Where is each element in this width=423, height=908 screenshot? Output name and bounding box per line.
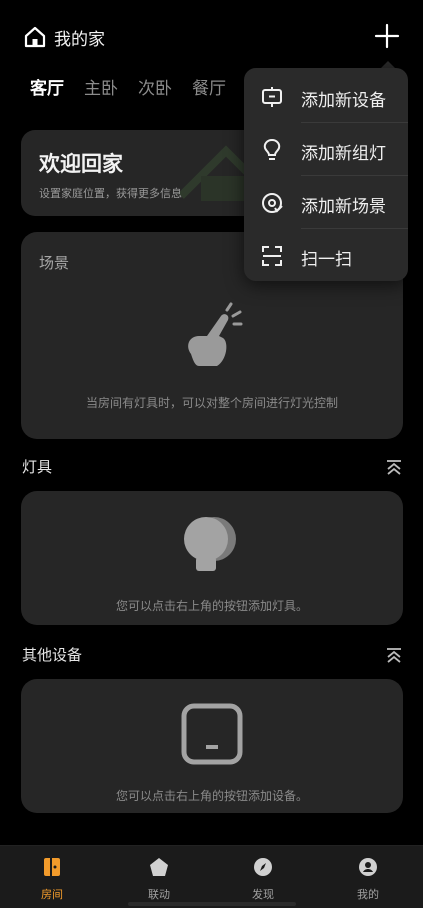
bulb-icon (263, 138, 281, 160)
scenes-hint: 当房间有灯具时，可以对整个房间进行灯光控制 (85, 396, 338, 410)
nav-automation-label: 联动 (148, 888, 170, 901)
user-icon (359, 858, 377, 876)
bulb-illustration-icon (184, 517, 236, 571)
nav-discover[interactable]: 发现 (228, 856, 298, 902)
devices-title: 其他设备 (22, 646, 83, 664)
plus-icon[interactable] (373, 22, 401, 50)
nav-rooms[interactable]: 房间 (17, 856, 87, 902)
home-indicator (128, 902, 296, 906)
tab-second-bedroom[interactable]: 次卧 (138, 74, 172, 102)
welcome-title: 欢迎回家 (39, 152, 123, 176)
lights-card: 您可以点击右上角的按钮添加灯具。 (21, 491, 403, 625)
menu-add-device-label: 添加新设备 (301, 91, 386, 111)
menu-scan-label: 扫一扫 (301, 250, 352, 270)
devices-section-header: 其他设备 (22, 644, 402, 668)
bottom-nav: 房间 联动 发现 我的 (0, 845, 423, 908)
scenes-title: 场景 (39, 254, 70, 272)
menu-add-scene[interactable]: 添加新场景 (244, 176, 408, 229)
app-screen: 我的家 客厅 主卧 次卧 餐厅 欢迎回家 设置家庭位置，获得更多信息 场景 当房… (0, 0, 423, 908)
home-name: 我的家 (54, 29, 105, 50)
add-menu: 添加新设备 添加新组灯 添加新场景 扫一扫 (244, 68, 408, 281)
menu-add-device[interactable]: 添加新设备 (244, 70, 408, 123)
home-selector[interactable]: 我的家 (24, 22, 105, 52)
tab-living-room[interactable]: 客厅 (30, 74, 64, 102)
devices-card: 您可以点击右上角的按钮添加设备。 (21, 679, 403, 813)
nav-rooms-label: 房间 (41, 888, 63, 901)
tap-hand-icon (188, 302, 243, 366)
nav-profile[interactable]: 我的 (333, 856, 403, 902)
pentagon-icon (150, 858, 168, 876)
menu-scan[interactable]: 扫一扫 (244, 229, 408, 282)
top-bar: 我的家 (0, 0, 423, 72)
nav-automation[interactable]: 联动 (124, 856, 194, 902)
menu-add-light-group[interactable]: 添加新组灯 (244, 123, 408, 176)
nav-profile-label: 我的 (357, 888, 379, 901)
door-icon (44, 858, 60, 876)
welcome-subtitle: 设置家庭位置，获得更多信息 (39, 187, 182, 200)
scene-icon (262, 193, 283, 213)
room-tabs: 客厅 主卧 次卧 餐厅 (30, 74, 270, 102)
menu-add-light-group-label: 添加新组灯 (301, 144, 386, 164)
tab-master-bedroom[interactable]: 主卧 (84, 74, 118, 102)
nav-discover-label: 发现 (252, 888, 274, 901)
lights-hint: 您可以点击右上角的按钮添加灯具。 (115, 599, 308, 613)
scan-icon (262, 246, 282, 266)
devices-hint: 您可以点击右上角的按钮添加设备。 (115, 789, 308, 803)
menu-add-scene-label: 添加新场景 (301, 197, 386, 217)
tab-dining-room[interactable]: 餐厅 (192, 74, 226, 102)
collapse-icon[interactable] (386, 647, 402, 663)
house-icon (24, 26, 46, 48)
device-illustration-icon (181, 703, 243, 765)
compass-icon (254, 858, 272, 876)
collapse-icon[interactable] (386, 459, 402, 475)
lights-section-header: 灯具 (22, 456, 402, 480)
device-add-icon (262, 87, 282, 107)
lights-title: 灯具 (22, 458, 53, 476)
